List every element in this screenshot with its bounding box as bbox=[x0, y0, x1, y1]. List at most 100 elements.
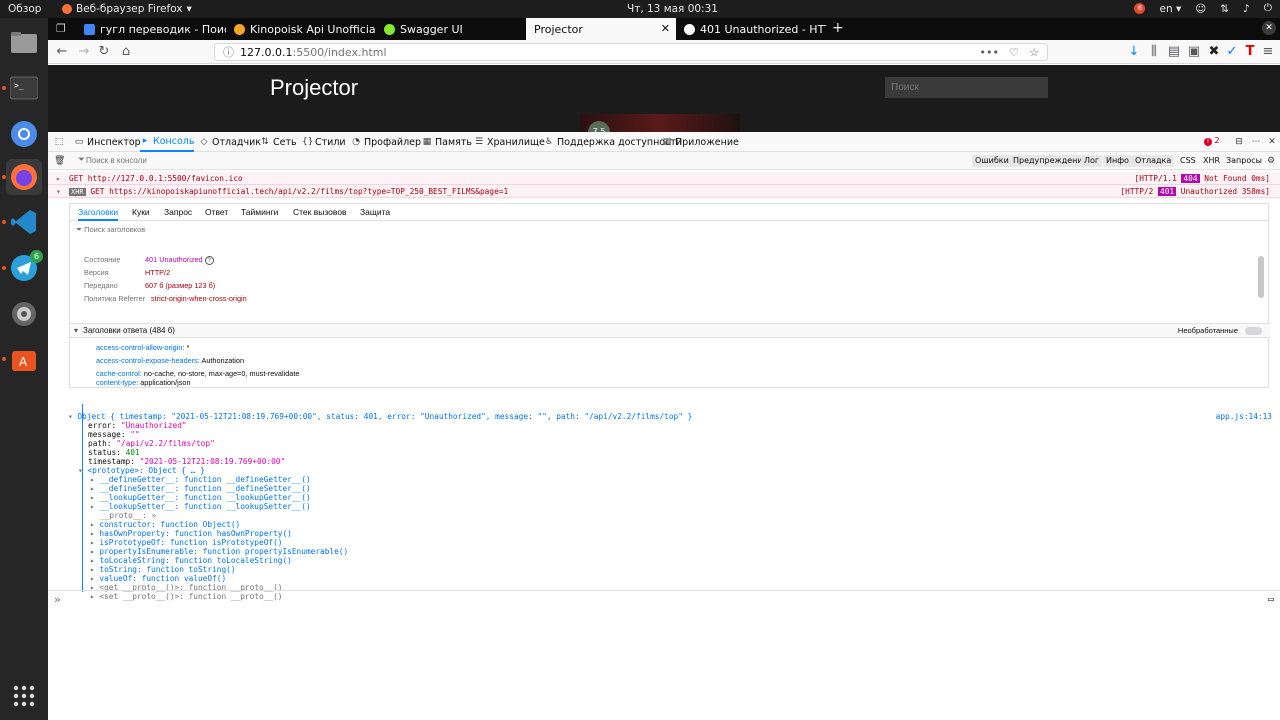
home-button[interactable]: ⌂ bbox=[118, 44, 134, 60]
back-button[interactable]: ← bbox=[54, 44, 70, 60]
prototype-item[interactable]: ▸ valueOf: function valueOf() bbox=[90, 574, 226, 583]
filter-warnings-button[interactable]: Предупреждения bbox=[1010, 155, 1091, 167]
library-icon[interactable]: ⫼ bbox=[1146, 44, 1162, 60]
site-logo-title[interactable]: Projector bbox=[270, 75, 358, 101]
prototype-item[interactable]: ▸ __defineGetter__: function __defineGet… bbox=[90, 475, 311, 484]
devtools-menu-icon[interactable]: ⋯ bbox=[1251, 137, 1261, 147]
tab-response[interactable]: Ответ bbox=[205, 207, 228, 217]
tab-network[interactable]: ⇅ Сеть bbox=[260, 132, 296, 152]
prototype-item[interactable]: ▸ propertyIsEnumerable: function propert… bbox=[90, 547, 348, 556]
source-link[interactable]: app.js:14:13 bbox=[1216, 412, 1272, 421]
tab-overflow-icon[interactable]: ❐ bbox=[56, 22, 66, 35]
split-console-icon[interactable]: ▭ bbox=[1268, 594, 1274, 605]
object-summary-line[interactable]: ▾ Object { timestamp: "2021-05-12T21:08:… bbox=[68, 412, 692, 421]
element-picker-icon[interactable]: ⬚ bbox=[54, 137, 64, 147]
prototype-item[interactable]: ▸ hasOwnProperty: function hasOwnPropert… bbox=[90, 529, 292, 538]
tab-timings[interactable]: Тайминги bbox=[241, 207, 278, 217]
tab-headers[interactable]: Заголовки bbox=[78, 207, 119, 221]
prototype-item[interactable]: ▸ constructor: function Object() bbox=[90, 520, 240, 529]
network-icon[interactable]: ⇅ bbox=[1220, 3, 1229, 15]
pocket-icon[interactable]: ♡ bbox=[1009, 46, 1019, 59]
downloads-icon[interactable]: ↓ bbox=[1126, 44, 1142, 60]
tab-memory[interactable]: ▦ Память bbox=[422, 132, 472, 152]
filter-requests-button[interactable]: Запросы bbox=[1223, 155, 1265, 167]
window-close-icon[interactable]: ✕ bbox=[1262, 21, 1276, 35]
forward-button[interactable]: → bbox=[76, 44, 92, 60]
tab-401-mdn[interactable]: 401 Unauthorized - HTTP bbox=[676, 18, 826, 40]
filter-logs-button[interactable]: Лог bbox=[1081, 155, 1103, 167]
filter-debug-button[interactable]: Отладка bbox=[1132, 155, 1175, 167]
sidebar-icon[interactable]: ▤ bbox=[1166, 44, 1182, 60]
vk-extension-icon[interactable]: ✓ bbox=[1224, 44, 1240, 60]
dock-terminal[interactable]: >_ bbox=[6, 70, 42, 106]
headers-filter[interactable]: ⏷ Поиск заголовков bbox=[76, 225, 145, 235]
prototype-item[interactable]: ▸ __lookupSetter__: function __lookupSet… bbox=[90, 502, 311, 511]
trash-icon[interactable]: 🗑 bbox=[54, 156, 65, 166]
dock-settings[interactable] bbox=[6, 296, 42, 332]
url-bar[interactable]: ⓘ 127.0.0.1:5500/index.html ••• ♡ ☆ bbox=[214, 43, 1048, 61]
devtools-close-icon[interactable]: ✕ bbox=[1267, 137, 1277, 147]
dock-mode-icon[interactable]: ⊟ bbox=[1234, 137, 1244, 147]
reload-button[interactable]: ↻ bbox=[96, 44, 112, 60]
activities-button[interactable]: Обзор bbox=[8, 3, 41, 15]
screenshot-icon[interactable]: ▣ bbox=[1186, 44, 1202, 60]
request-url[interactable]: http://127.0.0.1:5500/favicon.ico bbox=[88, 174, 243, 183]
tab-styles[interactable]: {} Стили bbox=[302, 132, 346, 152]
language-indicator[interactable]: en ▾ bbox=[1159, 3, 1181, 15]
expand-arrow-icon[interactable]: ▸ bbox=[56, 172, 61, 185]
console-settings-gear-icon[interactable]: ⚙ bbox=[1266, 156, 1276, 166]
prototype-item[interactable]: ▸ toString: function toString() bbox=[90, 565, 236, 574]
prototype-item[interactable]: ▸ __defineSetter__: function __defineSet… bbox=[90, 484, 311, 493]
prototype-item[interactable]: ▸ isPrototypeOf: function isPrototypeOf(… bbox=[90, 538, 282, 547]
dock-software[interactable]: A bbox=[6, 341, 42, 377]
prototype-item[interactable]: ▸ __lookupGetter__: function __lookupGet… bbox=[90, 493, 311, 502]
filter-info-button[interactable]: Инфо bbox=[1103, 155, 1132, 167]
tab-storage[interactable]: ☰ Хранилище bbox=[474, 132, 545, 152]
close-tab-icon[interactable]: ✕ bbox=[661, 22, 670, 35]
console-message-xhr-401[interactable]: ▾ XHR GET https://kinopoiskapiunofficial… bbox=[48, 185, 1280, 198]
error-count-indicator[interactable]: ! 2 bbox=[1204, 136, 1220, 146]
tab-kinopoisk[interactable]: Kinopoisk Api Unofficial bbox=[226, 18, 376, 40]
response-headers-section[interactable]: ▾ Заголовки ответа (484 б) Необработанны… bbox=[70, 323, 1270, 338]
filter-errors-button[interactable]: Ошибки bbox=[972, 155, 1012, 167]
tab-console[interactable]: ▸ Консоль bbox=[140, 132, 195, 152]
dock-chromium[interactable] bbox=[6, 116, 42, 152]
tab-cookies[interactable]: Куки bbox=[132, 207, 150, 217]
dock-files[interactable] bbox=[6, 24, 42, 60]
notification-badge[interactable]: 6 bbox=[1134, 3, 1146, 14]
raw-headers-toggle[interactable] bbox=[1245, 327, 1262, 335]
tab-stack-trace[interactable]: Стек вызовов bbox=[293, 207, 347, 217]
console-input[interactable]: » ▭ bbox=[48, 590, 1280, 608]
dock-firefox[interactable] bbox=[6, 159, 42, 195]
filter-css-button[interactable]: CSS bbox=[1177, 155, 1199, 167]
tab-inspector[interactable]: ▭ Инспектор bbox=[74, 132, 141, 152]
extension-x-icon[interactable]: ✖ bbox=[1206, 44, 1222, 60]
tab-application[interactable]: ▤ Приложение bbox=[662, 132, 739, 152]
clock[interactable]: Чт, 13 мая 00:31 bbox=[627, 3, 718, 15]
console-filter-input[interactable] bbox=[86, 154, 286, 167]
volume-icon[interactable]: ♪ bbox=[1243, 3, 1250, 15]
accessibility-icon[interactable]: ☺ bbox=[1195, 3, 1206, 15]
prototype-item[interactable]: __proto__: » bbox=[100, 511, 156, 520]
new-tab-button[interactable]: + bbox=[832, 20, 844, 36]
tab-swagger[interactable]: Swagger UI bbox=[376, 18, 526, 40]
app-menu[interactable]: Веб-браузер Firefox ▾ bbox=[62, 3, 192, 15]
tab-security[interactable]: Защита bbox=[360, 207, 390, 217]
help-circle-icon[interactable]: ? bbox=[204, 256, 214, 265]
hamburger-menu-icon[interactable]: ≡ bbox=[1260, 44, 1276, 60]
page-actions-icon[interactable]: ••• bbox=[980, 46, 999, 59]
prototype-item[interactable]: ▸ toLocaleString: function toLocaleStrin… bbox=[90, 556, 292, 565]
filter-xhr-button[interactable]: XHR bbox=[1200, 155, 1223, 167]
show-applications[interactable] bbox=[6, 678, 42, 714]
power-icon[interactable]: ⏻ bbox=[1264, 2, 1272, 15]
prototype-line[interactable]: ▾ <prototype>: Object { … } bbox=[78, 466, 205, 475]
site-search-input[interactable] bbox=[885, 77, 1048, 98]
tab-debugger[interactable]: ◇ Отладчик bbox=[199, 132, 261, 152]
tab-projector[interactable]: Projector ✕ bbox=[526, 18, 676, 40]
page-info-icon[interactable]: ⓘ bbox=[223, 44, 234, 60]
tab-google[interactable]: гугл переводик - Поиск bbox=[76, 18, 226, 40]
translate-extension-icon[interactable]: T bbox=[1242, 44, 1258, 60]
tab-profiler[interactable]: ◔ Профайлер bbox=[351, 132, 421, 152]
console-message-favicon-404[interactable]: ▸ GET http://127.0.0.1:5500/favicon.ico … bbox=[48, 172, 1280, 185]
collapse-arrow-icon[interactable]: ▾ bbox=[56, 185, 61, 198]
